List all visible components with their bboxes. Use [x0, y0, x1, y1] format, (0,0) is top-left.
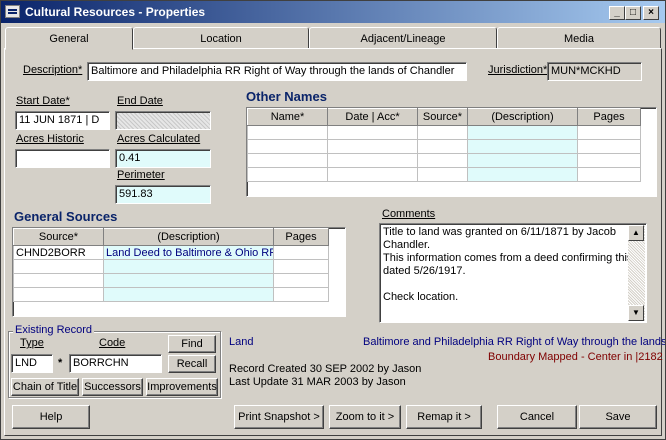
maximize-icon: □: [629, 7, 637, 18]
acres-historic-label: Acres Historic: [16, 133, 84, 145]
tab-media[interactable]: Media: [497, 27, 661, 49]
other-names-title: Other Names: [246, 89, 327, 104]
remap-it-button[interactable]: Remap it >: [406, 405, 482, 429]
other-names-grid[interactable]: Name* Date | Acc* Source* (Description) …: [246, 107, 657, 197]
tab-adjacent-lineage[interactable]: Adjacent/Lineage: [309, 27, 497, 49]
column-header-source[interactable]: Source*: [417, 108, 468, 126]
print-snapshot-button[interactable]: Print Snapshot >: [234, 405, 324, 429]
table-row[interactable]: CHND2BORR Land Deed to Baltimore & Ohio …: [13, 245, 329, 260]
code-label: Code: [99, 337, 126, 349]
close-icon: ×: [648, 7, 654, 18]
perimeter-field: 591.83: [115, 185, 211, 204]
general-sources-title: General Sources: [14, 209, 118, 224]
description-cell[interactable]: Land Deed to Baltimore & Ohio RR: [103, 245, 274, 260]
column-header-name[interactable]: Name*: [247, 108, 328, 126]
comment-line: Chandler.: [383, 239, 431, 251]
title-bar[interactable]: Cultural Resources - Properties _ □ ×: [1, 1, 665, 23]
column-header-source[interactable]: Source*: [13, 228, 104, 246]
type-label: Type: [20, 337, 44, 349]
table-row[interactable]: [247, 167, 641, 182]
find-button[interactable]: Find: [168, 335, 216, 353]
save-button[interactable]: Save: [579, 405, 657, 429]
column-header-pages[interactable]: Pages: [273, 228, 329, 246]
end-date-label: End Date: [117, 95, 163, 107]
description-field[interactable]: Baltimore and Philadelphia RR Right of W…: [87, 62, 467, 81]
improvements-button[interactable]: Improvements: [146, 378, 218, 396]
column-header-date-acc[interactable]: Date | Acc*: [327, 108, 418, 126]
chain-of-title-button[interactable]: Chain of Title: [11, 378, 79, 396]
minimize-button[interactable]: _: [609, 6, 625, 20]
start-date-label: Start Date*: [16, 95, 70, 107]
table-row[interactable]: [13, 259, 329, 274]
table-row[interactable]: [247, 139, 641, 154]
acres-calculated-field: 0.41: [115, 149, 211, 168]
comments-label: Comments: [382, 208, 436, 220]
comment-line: [383, 278, 643, 291]
existing-record-label: Existing Record: [13, 324, 95, 336]
pages-cell[interactable]: [273, 245, 329, 260]
record-type-text: Land: [229, 336, 254, 348]
scroll-up-arrow-icon[interactable]: ▲: [628, 225, 644, 241]
table-row[interactable]: [247, 153, 641, 168]
table-row[interactable]: [247, 125, 641, 140]
help-button[interactable]: Help: [12, 405, 90, 429]
column-header-description[interactable]: (Description): [467, 108, 578, 126]
acres-calculated-label: Acres Calculated: [117, 133, 201, 145]
app-icon: [5, 5, 20, 18]
comments-textarea[interactable]: Title to land was granted on 6/11/1871 b…: [379, 223, 647, 323]
record-code-field[interactable]: BORRCHN: [69, 354, 162, 373]
maximize-button[interactable]: □: [625, 6, 641, 20]
jurisdiction-label: Jurisdiction*: [488, 64, 548, 76]
comment-line: dated 5/26/1917.: [383, 265, 466, 277]
window-title: Cultural Resources - Properties: [25, 5, 206, 19]
start-date-field[interactable]: 11 JUN 1871 | D: [15, 111, 110, 130]
cancel-button[interactable]: Cancel: [497, 405, 577, 429]
acres-historic-field[interactable]: [15, 149, 110, 168]
table-row[interactable]: [13, 273, 329, 288]
end-date-field[interactable]: [115, 111, 211, 130]
source-cell[interactable]: CHND2BORR: [13, 245, 104, 260]
scroll-down-arrow-icon[interactable]: ▼: [628, 305, 644, 321]
properties-window: Cultural Resources - Properties _ □ × Ge…: [0, 0, 666, 440]
comments-scrollbar[interactable]: ▲ ▼: [628, 225, 645, 321]
general-sources-grid[interactable]: Source* (Description) Pages CHND2BORR La…: [12, 227, 346, 317]
tab-general[interactable]: General: [5, 27, 133, 50]
record-type-field[interactable]: LND: [11, 354, 53, 373]
minimize-icon: _: [614, 7, 620, 18]
comment-line: Title to land was granted on 6/11/1871 b…: [383, 226, 616, 238]
close-button[interactable]: ×: [643, 6, 659, 20]
comment-line: This information comes from a deed confi…: [383, 252, 633, 264]
recall-button[interactable]: Recall: [168, 355, 216, 373]
jurisdiction-field[interactable]: MUN*MCKHD: [547, 62, 642, 81]
perimeter-label: Perimeter: [117, 169, 165, 181]
description-label: Description*: [23, 64, 83, 76]
record-separator: *: [58, 357, 63, 369]
record-created-text: Record Created 30 SEP 2002 by Jason: [229, 363, 422, 375]
comment-line: Check location.: [383, 291, 459, 303]
record-updated-text: Last Update 31 MAR 2003 by Jason: [229, 376, 406, 388]
successors-button[interactable]: Successors: [82, 378, 143, 396]
boundary-status-text: Boundary Mapped - Center in |2182: [488, 351, 663, 363]
record-name-text: Baltimore and Philadelphia RR Right of W…: [363, 336, 666, 348]
tab-location[interactable]: Location: [133, 27, 309, 49]
table-row[interactable]: [13, 287, 329, 302]
zoom-to-it-button[interactable]: Zoom to it >: [329, 405, 401, 429]
column-header-description[interactable]: (Description): [103, 228, 274, 246]
column-header-pages[interactable]: Pages: [577, 108, 641, 126]
